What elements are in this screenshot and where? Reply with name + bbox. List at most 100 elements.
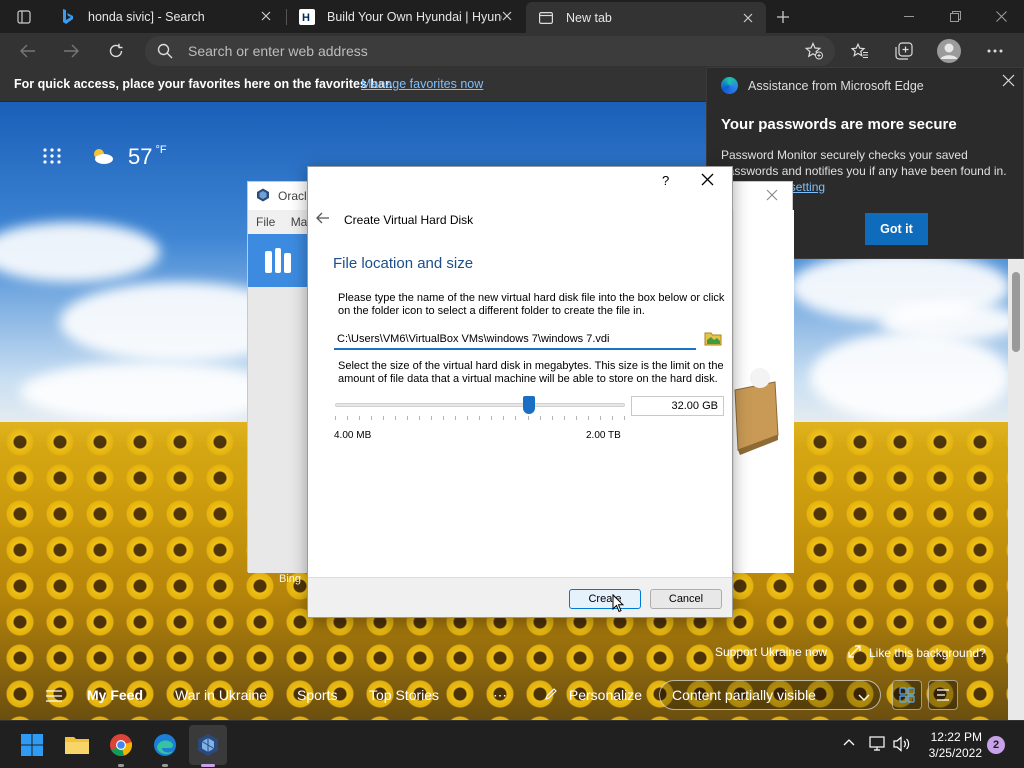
- tab-new-tab[interactable]: New tab: [526, 2, 766, 33]
- dialog-title: Create Virtual Hard Disk: [344, 213, 474, 227]
- tab-bing-search[interactable]: honda sivic] - Search: [48, 0, 284, 33]
- personalize-button[interactable]: Personalize: [545, 687, 642, 703]
- chevron-down-icon: [858, 689, 870, 705]
- feed-more-button[interactable]: ⋯: [493, 687, 507, 704]
- favorites-bar-message: For quick access, place your favorites h…: [14, 77, 393, 91]
- feed-tab-sports[interactable]: Sports: [297, 687, 337, 703]
- tab-title: honda sivic] - Search: [88, 9, 205, 24]
- weather-widget[interactable]: 57 °F: [42, 144, 167, 170]
- section-heading: File location and size: [333, 255, 474, 272]
- notification-badge[interactable]: 2: [987, 736, 1005, 754]
- like-background-button[interactable]: Like this background?: [848, 645, 986, 661]
- create-button[interactable]: Create: [569, 589, 641, 609]
- file-explorer-icon[interactable]: [63, 731, 91, 759]
- address-bar[interactable]: Search or enter web address: [145, 36, 835, 66]
- close-icon[interactable]: [499, 8, 515, 24]
- edge-logo-icon: [721, 77, 738, 94]
- mouse-cursor-icon: [612, 593, 625, 616]
- feed-tab-my-feed[interactable]: My Feed: [87, 687, 143, 703]
- tab-hyundai[interactable]: H Build Your Own Hyundai | Hyund: [287, 0, 525, 33]
- cloud: [0, 222, 160, 282]
- windows-start-icon[interactable]: [18, 731, 46, 759]
- add-favorite-icon[interactable]: [804, 42, 823, 63]
- max-size-label: 2.00 TB: [586, 430, 621, 441]
- back-icon[interactable]: [14, 37, 42, 65]
- svg-text:H: H: [302, 12, 310, 24]
- taskbar: 12:22 PM 3/25/2022 2: [0, 720, 1024, 768]
- close-icon[interactable]: [1002, 74, 1015, 90]
- content-visibility-value: Content partially visible: [672, 687, 816, 703]
- pencil-icon: [545, 687, 561, 703]
- tools-icon[interactable]: [248, 234, 308, 287]
- min-size-label: 4.00 MB: [334, 430, 372, 441]
- chevron-up-icon[interactable]: [843, 735, 855, 749]
- cancel-button[interactable]: Cancel: [650, 589, 722, 609]
- bing-label: Bing: [279, 573, 302, 585]
- tab-bar: honda sivic] - Search H Build Your Own H…: [0, 0, 1024, 33]
- close-icon[interactable]: [258, 8, 274, 24]
- chrome-icon[interactable]: [107, 731, 135, 759]
- cloud: [20, 362, 280, 422]
- apps-grid-icon[interactable]: [42, 147, 62, 168]
- tab-actions-icon[interactable]: [8, 6, 40, 28]
- favorites-icon[interactable]: [846, 37, 874, 65]
- back-arrow-icon[interactable]: [316, 212, 330, 227]
- slider-track: [335, 403, 625, 407]
- refresh-icon[interactable]: [102, 37, 130, 65]
- grid-layout-icon[interactable]: [892, 680, 922, 710]
- slider-handle[interactable]: [523, 396, 535, 414]
- close-icon[interactable]: [701, 173, 714, 189]
- content-visibility-select[interactable]: Content partially visible: [659, 680, 881, 710]
- list-layout-icon[interactable]: [928, 680, 958, 710]
- window-close-icon[interactable]: [978, 0, 1024, 33]
- menu-machine[interactable]: Ma: [291, 215, 308, 229]
- got-it-button[interactable]: Got it: [865, 213, 928, 245]
- restore-icon[interactable]: [932, 0, 978, 33]
- clock-date: 3/25/2022: [928, 746, 982, 760]
- running-indicator: [118, 764, 124, 767]
- menu-file[interactable]: File: [256, 215, 275, 229]
- volume-icon[interactable]: [893, 736, 911, 755]
- help-button[interactable]: ?: [662, 173, 669, 188]
- cloud: [810, 332, 1008, 422]
- disk-size-input[interactable]: [631, 396, 724, 416]
- running-indicator: [162, 764, 168, 767]
- nav-bar: Search or enter web address: [0, 33, 1024, 69]
- manager-sidebar: [248, 287, 308, 573]
- hyundai-icon: H: [299, 8, 315, 25]
- more-options-icon[interactable]: [981, 37, 1009, 65]
- folder-icon[interactable]: [704, 330, 722, 346]
- feed-tab-top-stories[interactable]: Top Stories: [369, 687, 439, 703]
- manager-menubar: File Ma: [256, 215, 307, 229]
- edge-icon[interactable]: [151, 731, 179, 759]
- network-icon[interactable]: [869, 736, 887, 755]
- temperature-unit: °F: [155, 144, 167, 156]
- collections-icon[interactable]: [890, 37, 918, 65]
- feed-tab-war-in-ukraine[interactable]: War in Ukraine: [175, 687, 267, 703]
- scrollbar-thumb[interactable]: [1012, 272, 1020, 352]
- create-virtual-hard-disk-dialog: ? Create Virtual Hard Disk File location…: [307, 166, 733, 618]
- virtualbox-icon: [256, 188, 270, 205]
- disk-size-slider[interactable]: [335, 396, 625, 416]
- file-location-input[interactable]: [334, 330, 696, 350]
- close-icon[interactable]: [740, 10, 756, 26]
- new-tab-button[interactable]: [772, 6, 794, 28]
- menu-icon[interactable]: [46, 689, 62, 705]
- forward-icon[interactable]: [57, 37, 85, 65]
- cloud: [880, 302, 1008, 342]
- tab-title: Build Your Own Hyundai | Hyund: [327, 9, 502, 24]
- slider-ticks: [335, 416, 625, 422]
- manage-favorites-link[interactable]: Manage favorites now: [361, 77, 483, 91]
- clock-time: 12:22 PM: [930, 730, 982, 744]
- virtualbox-taskbar-icon[interactable]: [194, 731, 222, 759]
- tab-title: New tab: [566, 10, 612, 25]
- support-ukraine-link[interactable]: Support Ukraine now: [715, 645, 827, 659]
- system-clock[interactable]: 12:22 PM 3/25/2022: [922, 729, 982, 761]
- virtualbox-box-icon: [730, 360, 780, 455]
- minimize-icon[interactable]: [886, 0, 932, 33]
- dialog-footer: Create Cancel: [308, 577, 732, 617]
- close-icon[interactable]: [766, 189, 778, 204]
- avatar[interactable]: [935, 37, 963, 65]
- size-description: Select the size of the virtual hard disk…: [338, 360, 724, 385]
- expand-icon: [848, 645, 861, 661]
